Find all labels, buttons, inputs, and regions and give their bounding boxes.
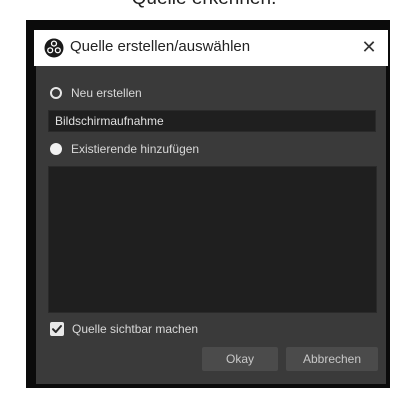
source-name-input[interactable]: Bildschirmaufnahme xyxy=(48,110,376,132)
dialog-titlebar: Quelle erstellen/auswählen ✕ xyxy=(34,30,388,66)
dialog-title: Quelle erstellen/auswählen xyxy=(70,38,251,55)
dialog-body: Neu erstellen Bildschirmaufnahme Existie… xyxy=(36,66,386,384)
radio-new-button[interactable] xyxy=(50,87,62,99)
obs-logo-icon xyxy=(44,38,64,58)
existing-sources-list[interactable] xyxy=(48,166,377,313)
radio-existing-option[interactable]: Existierende hinzufügen xyxy=(50,140,199,158)
radio-new-option[interactable]: Neu erstellen xyxy=(50,84,142,102)
close-icon[interactable]: ✕ xyxy=(354,32,384,62)
visible-checkbox[interactable] xyxy=(50,322,64,336)
visible-checkbox-label: Quelle sichtbar machen xyxy=(72,322,199,336)
background-text: Quelle erkennen. xyxy=(0,0,408,10)
radio-existing-button[interactable] xyxy=(50,143,62,155)
radio-existing-label: Existierende hinzufügen xyxy=(71,142,200,156)
visible-checkbox-row[interactable]: Quelle sichtbar machen xyxy=(50,320,198,338)
radio-new-label: Neu erstellen xyxy=(71,86,142,100)
okay-button[interactable]: Okay xyxy=(202,347,278,371)
checkmark-icon xyxy=(52,325,62,333)
cancel-button[interactable]: Abbrechen xyxy=(286,347,378,371)
